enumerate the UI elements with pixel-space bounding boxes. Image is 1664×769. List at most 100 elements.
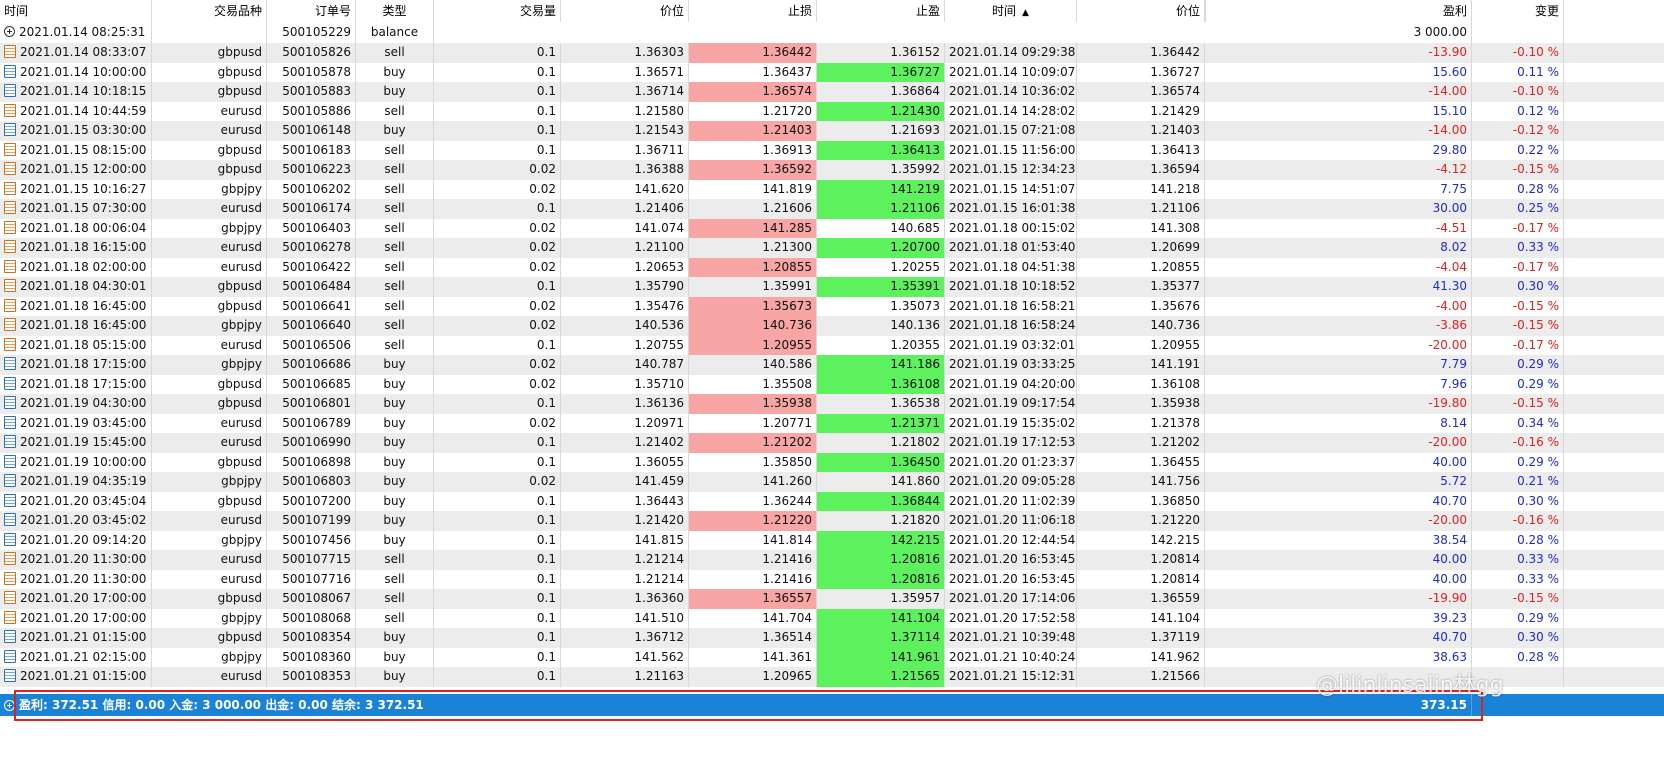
stop-loss-cell: 141.361 (689, 647, 817, 667)
balance-order-cell: 500105229 (267, 22, 356, 43)
col-header-change[interactable]: 变更 (1472, 0, 1564, 22)
type: sell (384, 142, 405, 157)
table-row[interactable]: 2021.01.21 01:15:00 gbpusd 500108354 buy 0.1… (0, 628, 1664, 648)
profit-cell: 8.02 (1205, 238, 1472, 258)
open-price-cell: 1.36571 (561, 62, 689, 82)
change: 0.33 % (1517, 571, 1559, 586)
col-header-close-time[interactable]: 时间 ▲ (945, 0, 1077, 22)
col-header-label: 盈利 (1442, 4, 1467, 18)
type-cell: sell (356, 316, 434, 336)
col-header-label: 止损 (787, 4, 812, 18)
profit: 40.00 (1432, 454, 1467, 469)
balance-row[interactable]: 2021.01.14 08:25:31 500105229 balance 3 … (0, 22, 1664, 43)
table-row[interactable]: 2021.01.20 09:14:20 gbpjpy 500107456 buy 0.1… (0, 530, 1664, 550)
col-header-open-price[interactable]: 价位 (561, 0, 689, 22)
col-header-stop-loss[interactable]: 止损 (689, 0, 817, 22)
table-row[interactable]: 2021.01.19 03:45:00 eurusd 500106789 buy 0.0… (0, 413, 1664, 433)
table-row[interactable]: 2021.01.18 04:30:01 gbpusd 500106484 sell 0.… (0, 277, 1664, 297)
close-price: 1.36850 (1150, 493, 1200, 508)
table-row[interactable]: 2021.01.19 04:35:19 gbpjpy 500106803 buy 0.0… (0, 472, 1664, 492)
change-cell: 0.21 % (1472, 472, 1564, 492)
table-row[interactable]: 2021.01.20 11:30:00 eurusd 500107715 sell 0.… (0, 550, 1664, 570)
volume: 0.02 (529, 376, 556, 391)
stop-loss: 1.21300 (762, 240, 812, 254)
table-row[interactable]: 2021.01.14 10:44:59 eurusd 500105886 sell 0.… (0, 101, 1664, 121)
change-cell: 0.33 % (1472, 569, 1564, 589)
symbol-cell: gbpusd (152, 628, 267, 648)
table-row[interactable]: 2021.01.19 15:45:00 eurusd 500106990 buy 0.1… (0, 433, 1664, 453)
profit-cell: 7.75 (1205, 179, 1472, 199)
close-price-cell: 1.21202 (1077, 433, 1205, 453)
buy-order-icon (4, 84, 16, 97)
type-cell: sell (356, 277, 434, 297)
volume-cell: 0.1 (434, 550, 561, 570)
table-row[interactable]: 2021.01.18 00:06:04 gbpjpy 500106403 sell 0.… (0, 218, 1664, 238)
open-price: 141.510 (634, 610, 684, 625)
close-time: 2021.01.15 14:51:07 (949, 181, 1076, 196)
stop-loss: 140.586 (762, 357, 812, 371)
table-row[interactable]: 2021.01.18 16:15:00 eurusd 500106278 sell 0.… (0, 238, 1664, 258)
order: 500106223 (282, 162, 351, 176)
type: sell (384, 279, 405, 293)
col-header-symbol[interactable]: 交易品种 (152, 0, 267, 22)
table-row[interactable]: 2021.01.15 10:16:27 gbpjpy 500106202 sell 0.… (0, 179, 1664, 199)
table-row[interactable]: 2021.01.15 08:15:00 gbpusd 500106183 sell 0.… (0, 140, 1664, 160)
open-price-cell: 1.21214 (561, 569, 689, 589)
change-cell: -0.15 % (1472, 160, 1564, 180)
table-row[interactable]: 2021.01.20 03:45:02 eurusd 500107199 buy 0.1… (0, 511, 1664, 531)
volume-cell: 0.1 (434, 452, 561, 472)
table-row[interactable]: 2021.01.15 07:30:00 eurusd 500106174 sell 0.… (0, 199, 1664, 219)
close-price-cell: 1.35377 (1077, 277, 1205, 297)
stop-loss-cell: 140.736 (689, 316, 817, 336)
table-row[interactable]: 2021.01.18 16:45:00 gbpjpy 500106640 sell 0.… (0, 316, 1664, 336)
table-row[interactable]: 2021.01.20 03:45:04 gbpusd 500107200 buy 0.1… (0, 491, 1664, 511)
change-cell: 0.33 % (1472, 550, 1564, 570)
table-row[interactable]: 2021.01.19 04:30:00 gbpusd 500106801 buy 0.1… (0, 394, 1664, 414)
table-row[interactable]: 2021.01.14 10:00:00 gbpusd 500105878 buy 0.1… (0, 62, 1664, 82)
close-price: 141.191 (1150, 357, 1200, 371)
table-row[interactable]: 2021.01.14 08:33:07 gbpusd 500105826 sell 0.… (0, 43, 1664, 63)
profit: 39.23 (1432, 610, 1467, 625)
table-row[interactable]: 2021.01.14 10:18:15 gbpusd 500105883 buy 0.1… (0, 82, 1664, 102)
table-row[interactable]: 2021.01.20 17:00:00 gbpjpy 500108068 sell 0.… (0, 608, 1664, 628)
table-row[interactable]: 2021.01.20 17:00:00 gbpusd 500108067 sell 0.… (0, 589, 1664, 609)
table-row[interactable]: 2021.01.15 12:00:00 gbpusd 500106223 sell 0.… (0, 160, 1664, 180)
close-time: 2021.01.21 10:39:48 (949, 630, 1076, 644)
table-row[interactable]: 2021.01.18 17:15:00 gbpusd 500106685 buy 0.0… (0, 374, 1664, 394)
table-row[interactable]: 2021.01.20 11:30:00 eurusd 500107716 sell 0.… (0, 569, 1664, 589)
table-row[interactable]: 2021.01.15 03:30:00 eurusd 500106148 buy 0.1… (0, 121, 1664, 141)
close-time-cell: 2021.01.20 09:05:28 (945, 472, 1077, 492)
table-row[interactable]: 2021.01.18 02:00:00 eurusd 500106422 sell 0.… (0, 257, 1664, 277)
close-time-cell: 2021.01.15 16:01:38 (945, 199, 1077, 219)
type-cell: sell (356, 608, 434, 628)
change: -0.15 % (1512, 318, 1559, 332)
col-header-profit[interactable]: 盈利 (1206, 0, 1472, 22)
symbol: gbpjpy (221, 649, 262, 664)
order-cell: 500106685 (267, 374, 356, 394)
table-row[interactable]: 2021.01.18 05:15:00 eurusd 500106506 sell 0.… (0, 335, 1664, 355)
change-cell: -0.17 % (1472, 218, 1564, 238)
change: 0.30 % (1517, 493, 1559, 508)
order-cell: 500107199 (267, 511, 356, 531)
col-header-open-time[interactable]: 时间 (0, 0, 152, 22)
table-row[interactable]: 2021.01.18 16:45:00 gbpusd 500106641 sell 0.… (0, 296, 1664, 316)
order: 500107715 (282, 552, 351, 566)
table-row[interactable]: 2021.01.18 17:15:00 gbpjpy 500106686 buy 0.0… (0, 355, 1664, 375)
col-header-type[interactable]: 类型 (356, 0, 434, 22)
balance-order: 500105229 (282, 25, 351, 39)
table-row[interactable]: 2021.01.19 10:00:00 gbpusd 500106898 buy 0.1… (0, 452, 1664, 472)
col-header-take-profit[interactable]: 止盈 (817, 0, 945, 22)
open-price: 1.36443 (634, 493, 684, 508)
col-header-volume[interactable]: 交易量 (434, 0, 561, 22)
col-header-close-price[interactable]: 价位 (1077, 0, 1205, 22)
order: 500107456 (282, 532, 351, 547)
stop-loss-cell: 1.36244 (689, 491, 817, 511)
expand-plus-icon[interactable] (4, 700, 15, 711)
close-time-cell: 2021.01.20 17:52:58 (945, 608, 1077, 628)
col-header-order[interactable]: 订单号 (267, 0, 356, 22)
close-price-cell: 1.21403 (1077, 121, 1205, 141)
open-price: 141.074 (634, 220, 684, 235)
bottom-area (0, 716, 1664, 769)
open-time-cell: 2021.01.19 04:30:00 (0, 394, 152, 414)
table-row[interactable]: 2021.01.21 02:15:00 gbpjpy 500108360 buy 0.1… (0, 647, 1664, 667)
